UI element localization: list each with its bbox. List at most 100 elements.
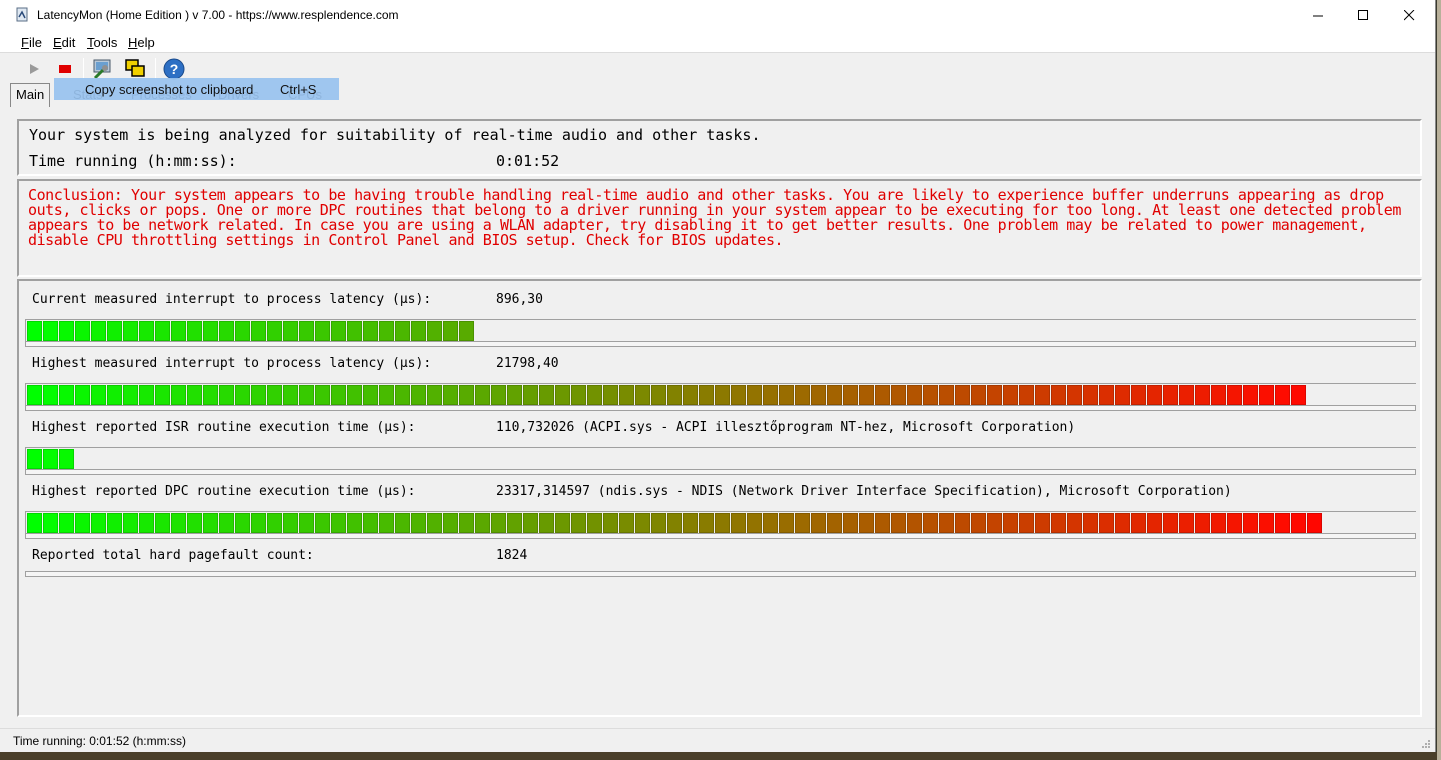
bar-segment — [75, 385, 90, 405]
menu-help[interactable]: Help — [128, 35, 155, 50]
bar-segment — [1227, 513, 1242, 533]
stop-icon — [59, 65, 71, 73]
help-icon: ? — [163, 58, 185, 80]
close-button[interactable] — [1386, 0, 1432, 31]
bar-segment — [27, 321, 42, 341]
status-bar: Time running: 0:01:52 (h:mm:ss) — [0, 728, 1435, 752]
bar-segment — [139, 385, 154, 405]
bar-segment — [603, 385, 618, 405]
bar-segment — [1051, 385, 1066, 405]
bar-segment — [427, 321, 442, 341]
metric-label: Highest reported ISR routine execution t… — [32, 420, 416, 435]
bar-segment — [1035, 385, 1050, 405]
bar-segment — [59, 513, 74, 533]
metric-label: Highest reported DPC routine execution t… — [32, 484, 416, 499]
bar-segment — [603, 513, 618, 533]
start-button[interactable] — [22, 57, 46, 81]
play-icon — [30, 64, 39, 74]
bar-segment — [203, 513, 218, 533]
bar-segment — [379, 513, 394, 533]
minimize-icon — [1312, 15, 1323, 17]
bar-segment — [235, 385, 250, 405]
bar-segment — [331, 321, 346, 341]
bar-segment — [251, 513, 266, 533]
bar-segment — [875, 385, 890, 405]
bar-segment — [635, 385, 650, 405]
bar-segment — [747, 385, 762, 405]
bar-segment — [219, 321, 234, 341]
time-running-value: 0:01:52 — [496, 152, 560, 170]
bar-segment — [171, 321, 186, 341]
bar-segment — [203, 321, 218, 341]
bar-segment — [27, 449, 42, 469]
metric-value: 110,732026 (ACPI.sys - ACPI illesztőprog… — [496, 420, 1076, 435]
bar-segment — [1147, 513, 1162, 533]
bar-segment — [1099, 385, 1114, 405]
bar-segment — [459, 513, 474, 533]
bar-segment — [235, 321, 250, 341]
bar-segment — [763, 513, 778, 533]
bar-segment — [43, 449, 58, 469]
menu-tools[interactable]: Tools — [87, 35, 117, 50]
bar-segment — [395, 513, 410, 533]
latency-bar — [25, 447, 1416, 471]
minimize-button[interactable] — [1295, 0, 1341, 31]
tooltip-label: Copy screenshot to clipboard — [85, 82, 254, 97]
bar-segment — [571, 385, 586, 405]
bar-segment — [891, 385, 906, 405]
bar-segment — [971, 513, 986, 533]
bar-segment — [587, 513, 602, 533]
bar-segment — [763, 385, 778, 405]
wrench-icon — [93, 59, 111, 80]
bar-segment — [299, 513, 314, 533]
bar-segment — [75, 513, 90, 533]
bar-segment — [939, 513, 954, 533]
bar-segment — [43, 385, 58, 405]
bar-segment — [651, 513, 666, 533]
bar-segment — [1163, 513, 1178, 533]
bar-segment — [379, 321, 394, 341]
bar-segment — [923, 513, 938, 533]
bar-segment — [779, 385, 794, 405]
bar-segment — [555, 513, 570, 533]
bar-segment — [1243, 513, 1258, 533]
bar-segment — [491, 385, 506, 405]
bar-segment — [1179, 385, 1194, 405]
bar-segment — [1083, 513, 1098, 533]
bar-segment — [171, 385, 186, 405]
bar-segment — [475, 385, 490, 405]
tooltip: Copy screenshot to clipboard Ctrl+S — [54, 78, 339, 100]
bar-segment — [1051, 513, 1066, 533]
menu-edit[interactable]: Edit — [53, 35, 75, 50]
maximize-button[interactable] — [1340, 0, 1386, 31]
bar-segment — [1163, 385, 1178, 405]
bar-segment — [283, 385, 298, 405]
bar-segment — [443, 385, 458, 405]
bar-segment — [923, 385, 938, 405]
bar-segment — [955, 385, 970, 405]
bar-segment — [667, 513, 682, 533]
resize-grip-icon[interactable] — [1421, 739, 1431, 749]
bar-segment — [539, 513, 554, 533]
latencymon-window: LatencyMon (Home Edition ) v 7.00 - http… — [0, 0, 1436, 752]
tab-main[interactable]: Main — [10, 83, 51, 107]
menu-file[interactable]: File — [21, 35, 42, 50]
tooltip-shortcut: Ctrl+S — [280, 82, 317, 97]
bar-segment — [267, 513, 282, 533]
title-bar[interactable]: LatencyMon (Home Edition ) v 7.00 - http… — [0, 0, 1435, 31]
pagefault-bar — [25, 571, 1416, 577]
bar-segment — [347, 385, 362, 405]
bar-segment — [411, 321, 426, 341]
bar-segment — [155, 321, 170, 341]
bar-segment — [107, 385, 122, 405]
status-bar-text: Time running: 0:01:52 (h:mm:ss) — [13, 734, 186, 748]
window-title: LatencyMon (Home Edition ) v 7.00 - http… — [37, 8, 399, 22]
bar-segment — [459, 385, 474, 405]
bar-segment — [123, 385, 138, 405]
bar-segment — [187, 321, 202, 341]
bar-segment — [1291, 385, 1306, 405]
bar-segment — [1275, 385, 1290, 405]
bar-segment — [75, 321, 90, 341]
bar-segment — [187, 385, 202, 405]
bar-segment — [1003, 385, 1018, 405]
